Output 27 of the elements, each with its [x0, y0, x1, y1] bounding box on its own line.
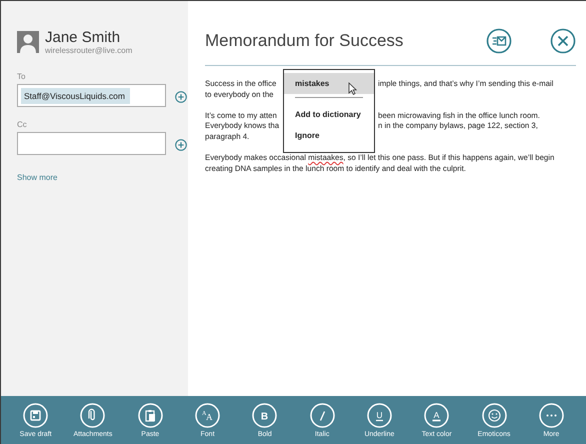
field-label: Cc [17, 120, 28, 129]
sender-email: wirelessrouter@live.com [45, 46, 132, 55]
recipient-field[interactable]: Staff@ViscousLiquids.com [17, 84, 166, 107]
paperclip-icon[interactable] [80, 402, 106, 428]
recipient-field[interactable] [17, 132, 166, 155]
pointer-icon [348, 82, 357, 95]
save-icon[interactable] [23, 402, 48, 428]
avatar-icon [17, 31, 39, 53]
letter-icon[interactable]: B [252, 402, 278, 428]
more-icon[interactable] [538, 402, 564, 428]
underlined-letter-icon[interactable]: U [366, 402, 392, 428]
sender-name: Jane Smith [45, 29, 122, 46]
add-icon[interactable] [175, 91, 187, 103]
menu-item[interactable]: Ignore [284, 125, 374, 146]
clipboard-icon[interactable] [138, 402, 163, 428]
underlined-letter-icon[interactable]: A [424, 402, 450, 428]
subject-title: Memorandum for Success [205, 30, 404, 50]
slash-icon[interactable] [310, 402, 335, 428]
add-icon[interactable] [175, 139, 187, 151]
close-icon[interactable] [550, 28, 576, 54]
field-label: To [17, 72, 26, 81]
send-icon[interactable] [486, 28, 512, 54]
show-more-link[interactable]: Show more [17, 173, 188, 182]
menu-item[interactable]: mistakes [284, 73, 374, 94]
menu-item[interactable]: Add to dictionary [284, 104, 374, 125]
smiley-icon[interactable] [482, 402, 507, 428]
recipient-chip[interactable]: Staff@ViscousLiquids.com [21, 88, 130, 104]
